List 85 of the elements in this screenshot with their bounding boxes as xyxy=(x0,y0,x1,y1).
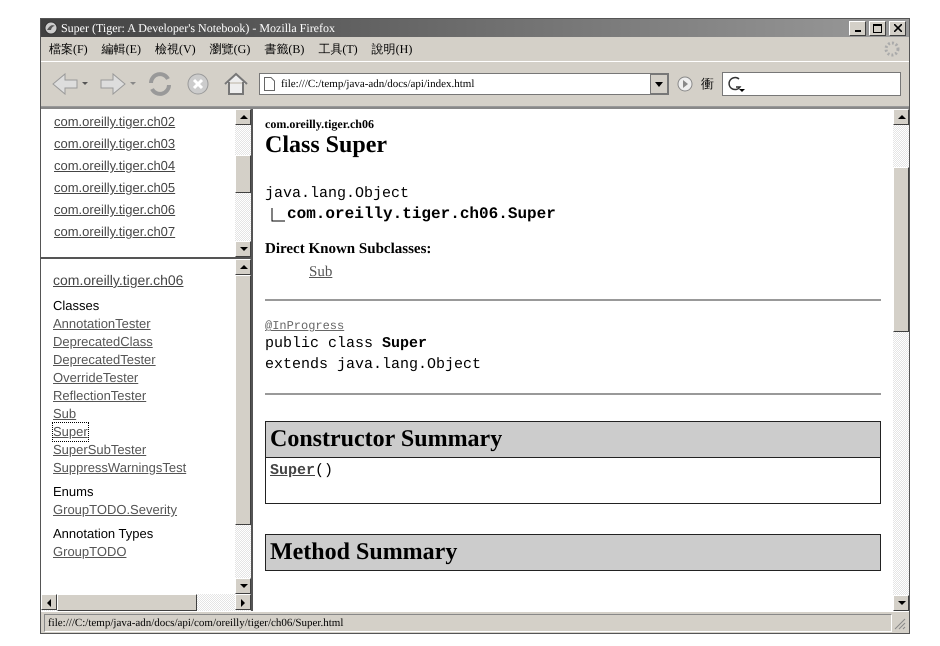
triangle-down-icon xyxy=(238,244,248,254)
triangle-down-icon xyxy=(896,598,906,608)
scroll-down-button[interactable] xyxy=(235,241,251,257)
address-text: file:///C:/temp/java-adn/docs/api/index.html xyxy=(281,78,476,90)
close-icon xyxy=(894,24,902,32)
parent-class: java.lang.Object xyxy=(265,184,410,204)
class-link[interactable]: Super xyxy=(53,423,88,441)
scroll-down-button[interactable] xyxy=(893,595,909,611)
package-link[interactable]: com.oreilly.tiger.ch02 xyxy=(54,111,235,133)
class-link[interactable]: AnnotationTester xyxy=(53,315,151,333)
search-engine-icon xyxy=(727,75,745,93)
scroll-down-button[interactable] xyxy=(235,578,251,594)
horizontal-scrollbar[interactable] xyxy=(41,594,251,611)
declaration-line: public class Super xyxy=(265,334,428,354)
maximize-icon xyxy=(873,24,882,32)
scrollbar[interactable] xyxy=(235,109,251,257)
class-link[interactable]: SuppressWarningsTest xyxy=(53,459,186,477)
package-link[interactable]: com.oreilly.tiger.ch07 xyxy=(54,221,235,243)
table-heading: Constructor Summary xyxy=(266,422,880,457)
tree-connector-icon xyxy=(271,208,285,222)
menu-item[interactable]: 工具(T) xyxy=(318,40,358,58)
minimize-button[interactable] xyxy=(849,20,866,36)
package-link[interactable]: com.oreilly.tiger.ch04 xyxy=(54,155,235,177)
triangle-up-icon xyxy=(238,262,248,272)
triangle-up-icon xyxy=(238,112,248,122)
class-link[interactable]: Sub xyxy=(53,405,76,423)
section-heading: Enums xyxy=(53,483,94,501)
window-title: Super (Tiger: A Developer's Notebook) - Mozilla Firefox xyxy=(61,20,336,36)
triangle-up-icon xyxy=(896,112,906,122)
scroll-thumb[interactable] xyxy=(893,167,909,332)
class-link[interactable]: DeprecatedTester xyxy=(53,351,156,369)
current-class: com.oreilly.tiger.ch06.Super xyxy=(286,204,556,225)
triangle-left-icon xyxy=(44,598,54,606)
section-heading: Annotation Types xyxy=(53,525,154,543)
scroll-right-button[interactable] xyxy=(235,594,251,610)
triangle-down-icon xyxy=(238,582,248,590)
class-link[interactable]: DeprecatedClass xyxy=(53,333,153,351)
triangle-right-icon xyxy=(238,598,248,606)
menu-item[interactable]: 說明(H) xyxy=(372,40,412,58)
dropdown-button[interactable] xyxy=(650,74,668,94)
scroll-left-button[interactable] xyxy=(41,594,57,610)
browser-logo-icon xyxy=(44,21,58,35)
subclasses-heading: Direct Known Subclasses: xyxy=(265,241,432,258)
class-link[interactable]: OverrideTester xyxy=(53,369,138,387)
page-icon xyxy=(264,77,275,91)
scroll-up-button[interactable] xyxy=(235,259,251,275)
menu-item[interactable]: 瀏覽(G) xyxy=(210,40,250,58)
scrollbar[interactable] xyxy=(893,109,909,611)
class-link[interactable]: ReflectionTester xyxy=(53,387,146,405)
class-link[interactable]: GroupTODO.Severity xyxy=(53,501,178,519)
package-link[interactable]: com.oreilly.tiger.ch03 xyxy=(54,133,235,155)
menu-item[interactable]: 檔案(F) xyxy=(49,40,88,58)
go-icon[interactable] xyxy=(677,76,693,92)
menu-item[interactable]: 書籤(B) xyxy=(264,40,304,58)
go-label[interactable]: 衝 xyxy=(701,75,714,93)
scrollbar[interactable] xyxy=(235,259,251,594)
close-button[interactable] xyxy=(889,20,906,36)
package-link[interactable]: com.oreilly.tiger.ch06 xyxy=(53,269,184,291)
scroll-thumb[interactable] xyxy=(235,155,251,193)
scroll-thumb[interactable] xyxy=(57,594,197,611)
caret-down-icon xyxy=(655,82,663,86)
scroll-thumb[interactable] xyxy=(235,275,251,525)
declaration-line: extends java.lang.Object xyxy=(265,355,482,375)
package-link[interactable]: com.oreilly.tiger.ch05 xyxy=(54,177,235,199)
scroll-up-button[interactable] xyxy=(235,109,251,125)
menu-item[interactable]: 檢視(V) xyxy=(155,40,196,58)
class-link[interactable]: GroupTODO xyxy=(53,543,126,561)
section-heading: Classes xyxy=(53,297,100,315)
package-link[interactable]: com.oreilly.tiger.ch06 xyxy=(54,199,235,221)
scroll-up-button[interactable] xyxy=(893,109,909,125)
constructor-params: () xyxy=(315,462,334,479)
class-title: Class Super xyxy=(265,132,388,159)
class-link[interactable]: SuperSubTester xyxy=(53,441,146,459)
package-name: com.oreilly.tiger.ch06 xyxy=(265,117,375,132)
maximize-button[interactable] xyxy=(869,20,886,36)
subclass-link[interactable]: Sub xyxy=(309,264,332,281)
annotation-link[interactable]: @InProgress xyxy=(265,319,344,333)
status-text: file:///C:/temp/java-adn/docs/api/com/oreilly/tiger/ch06/Super.html xyxy=(44,614,892,632)
address-field[interactable]: file:///C:/temp/java-adn/docs/api/index.html xyxy=(259,73,669,95)
search-field[interactable] xyxy=(722,72,901,96)
menu-item[interactable]: 編輯(E) xyxy=(102,40,141,58)
resize-grip-icon[interactable] xyxy=(892,616,906,630)
table-heading: Method Summary xyxy=(266,535,880,570)
throbber-icon xyxy=(883,40,901,58)
constructor-link[interactable]: Super xyxy=(270,462,316,479)
